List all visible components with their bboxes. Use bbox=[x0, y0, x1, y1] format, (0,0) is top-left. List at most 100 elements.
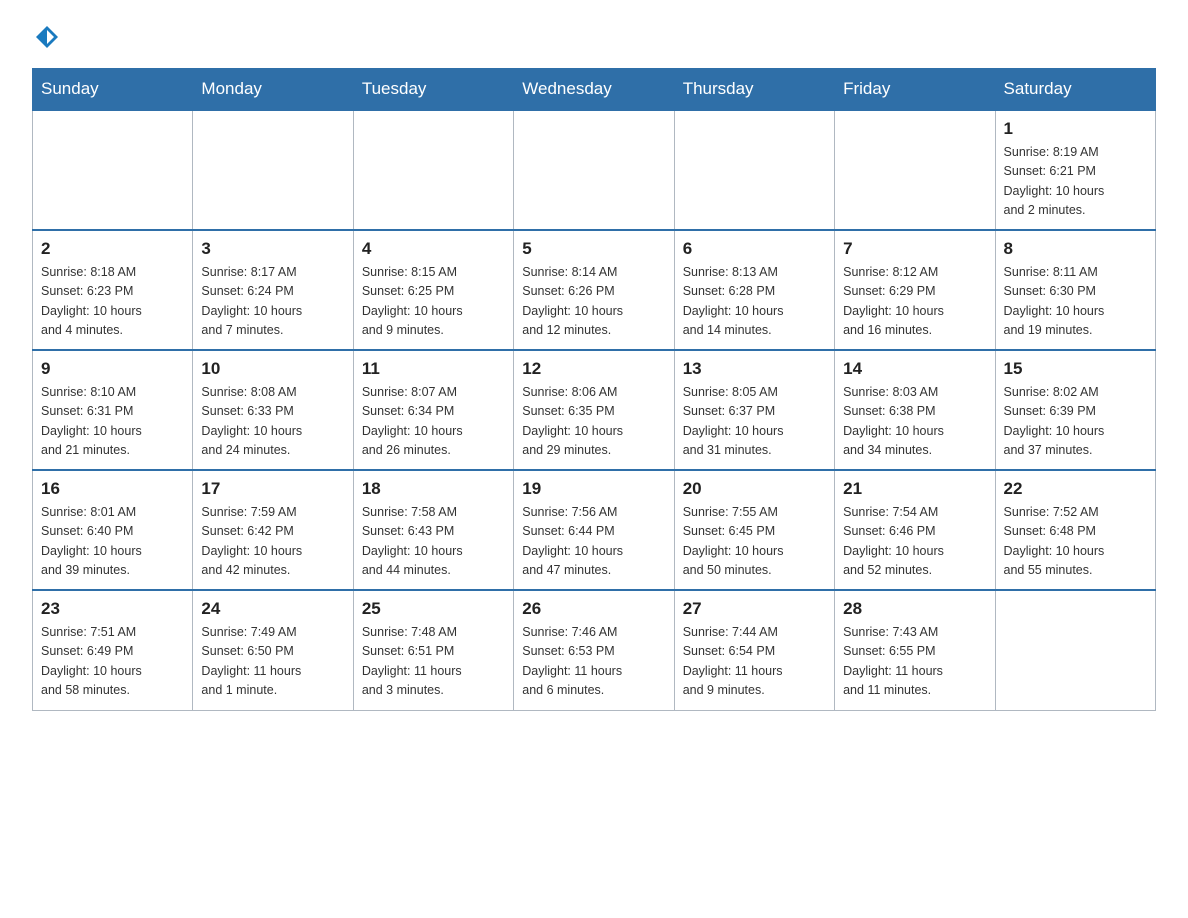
day-info: Sunrise: 8:01 AM Sunset: 6:40 PM Dayligh… bbox=[41, 503, 184, 581]
day-number: 11 bbox=[362, 359, 505, 379]
day-number: 19 bbox=[522, 479, 665, 499]
day-info: Sunrise: 7:52 AM Sunset: 6:48 PM Dayligh… bbox=[1004, 503, 1147, 581]
calendar-cell: 26 Sunrise: 7:46 AM Sunset: 6:53 PM Dayli… bbox=[514, 590, 674, 710]
calendar-cell bbox=[674, 110, 834, 230]
calendar-cell: 12Sunrise: 8:06 AM Sunset: 6:35 PM Dayli… bbox=[514, 350, 674, 470]
day-number: 3 bbox=[201, 239, 344, 259]
day-info: Sunrise: 7:48 AM Sunset: 6:51 PM Dayligh… bbox=[362, 623, 505, 701]
calendar-cell: 20Sunrise: 7:55 AM Sunset: 6:45 PM Dayli… bbox=[674, 470, 834, 590]
calendar-week-row: 9 Sunrise: 8:10 AM Sunset: 6:31 PM Daylig… bbox=[33, 350, 1156, 470]
calendar-cell: 6 Sunrise: 8:13 AM Sunset: 6:28 PM Daylig… bbox=[674, 230, 834, 350]
day-info: Sunrise: 8:05 AM Sunset: 6:37 PM Dayligh… bbox=[683, 383, 826, 461]
calendar-cell: 9 Sunrise: 8:10 AM Sunset: 6:31 PM Daylig… bbox=[33, 350, 193, 470]
day-info: Sunrise: 7:43 AM Sunset: 6:55 PM Dayligh… bbox=[843, 623, 986, 701]
day-info: Sunrise: 8:19 AM Sunset: 6:21 PM Dayligh… bbox=[1004, 143, 1147, 221]
calendar-cell: 17 Sunrise: 7:59 AM Sunset: 6:42 PM Dayli… bbox=[193, 470, 353, 590]
page-header bbox=[32, 24, 1156, 50]
calendar-cell: 25 Sunrise: 7:48 AM Sunset: 6:51 PM Dayli… bbox=[353, 590, 513, 710]
day-number: 5 bbox=[522, 239, 665, 259]
day-info: Sunrise: 7:59 AM Sunset: 6:42 PM Dayligh… bbox=[201, 503, 344, 581]
day-number: 18 bbox=[362, 479, 505, 499]
calendar-cell: 28 Sunrise: 7:43 AM Sunset: 6:55 PM Dayli… bbox=[835, 590, 995, 710]
calendar-cell bbox=[995, 590, 1155, 710]
calendar-cell: 3 Sunrise: 8:17 AM Sunset: 6:24 PM Daylig… bbox=[193, 230, 353, 350]
day-info: Sunrise: 7:49 AM Sunset: 6:50 PM Dayligh… bbox=[201, 623, 344, 701]
day-number: 17 bbox=[201, 479, 344, 499]
day-number: 10 bbox=[201, 359, 344, 379]
calendar-week-row: 16 Sunrise: 8:01 AM Sunset: 6:40 PM Dayli… bbox=[33, 470, 1156, 590]
day-number: 28 bbox=[843, 599, 986, 619]
calendar-cell: 24 Sunrise: 7:49 AM Sunset: 6:50 PM Dayli… bbox=[193, 590, 353, 710]
calendar-table: SundayMondayTuesdayWednesdayThursdayFrid… bbox=[32, 68, 1156, 711]
day-info: Sunrise: 7:51 AM Sunset: 6:49 PM Dayligh… bbox=[41, 623, 184, 701]
day-info: Sunrise: 8:03 AM Sunset: 6:38 PM Dayligh… bbox=[843, 383, 986, 461]
weekday-header-tuesday: Tuesday bbox=[353, 69, 513, 111]
calendar-cell: 18 Sunrise: 7:58 AM Sunset: 6:43 PM Dayli… bbox=[353, 470, 513, 590]
day-info: Sunrise: 8:13 AM Sunset: 6:28 PM Dayligh… bbox=[683, 263, 826, 341]
weekday-header-monday: Monday bbox=[193, 69, 353, 111]
calendar-cell: 10 Sunrise: 8:08 AM Sunset: 6:33 PM Dayli… bbox=[193, 350, 353, 470]
day-number: 26 bbox=[522, 599, 665, 619]
calendar-cell bbox=[514, 110, 674, 230]
calendar-cell: 22 Sunrise: 7:52 AM Sunset: 6:48 PM Dayli… bbox=[995, 470, 1155, 590]
day-info: Sunrise: 8:06 AM Sunset: 6:35 PM Dayligh… bbox=[522, 383, 665, 461]
day-info: Sunrise: 8:02 AM Sunset: 6:39 PM Dayligh… bbox=[1004, 383, 1147, 461]
calendar-week-row: 2 Sunrise: 8:18 AM Sunset: 6:23 PM Daylig… bbox=[33, 230, 1156, 350]
day-number: 16 bbox=[41, 479, 184, 499]
day-number: 9 bbox=[41, 359, 184, 379]
day-number: 7 bbox=[843, 239, 986, 259]
day-info: Sunrise: 8:07 AM Sunset: 6:34 PM Dayligh… bbox=[362, 383, 505, 461]
calendar-header: SundayMondayTuesdayWednesdayThursdayFrid… bbox=[33, 69, 1156, 111]
calendar-week-row: 1 Sunrise: 8:19 AM Sunset: 6:21 PM Daylig… bbox=[33, 110, 1156, 230]
day-info: Sunrise: 8:18 AM Sunset: 6:23 PM Dayligh… bbox=[41, 263, 184, 341]
day-number: 13 bbox=[683, 359, 826, 379]
calendar-cell: 8 Sunrise: 8:11 AM Sunset: 6:30 PM Daylig… bbox=[995, 230, 1155, 350]
day-info: Sunrise: 7:44 AM Sunset: 6:54 PM Dayligh… bbox=[683, 623, 826, 701]
weekday-header-wednesday: Wednesday bbox=[514, 69, 674, 111]
logo-flag-icon bbox=[34, 24, 60, 50]
calendar-body: 1 Sunrise: 8:19 AM Sunset: 6:21 PM Daylig… bbox=[33, 110, 1156, 710]
calendar-cell: 11 Sunrise: 8:07 AM Sunset: 6:34 PM Dayli… bbox=[353, 350, 513, 470]
day-number: 25 bbox=[362, 599, 505, 619]
calendar-cell: 5 Sunrise: 8:14 AM Sunset: 6:26 PM Daylig… bbox=[514, 230, 674, 350]
weekday-header-row: SundayMondayTuesdayWednesdayThursdayFrid… bbox=[33, 69, 1156, 111]
calendar-cell: 16 Sunrise: 8:01 AM Sunset: 6:40 PM Dayli… bbox=[33, 470, 193, 590]
calendar-cell: 21 Sunrise: 7:54 AM Sunset: 6:46 PM Dayli… bbox=[835, 470, 995, 590]
day-info: Sunrise: 8:08 AM Sunset: 6:33 PM Dayligh… bbox=[201, 383, 344, 461]
day-number: 27 bbox=[683, 599, 826, 619]
day-info: Sunrise: 7:46 AM Sunset: 6:53 PM Dayligh… bbox=[522, 623, 665, 701]
calendar-cell bbox=[353, 110, 513, 230]
weekday-header-sunday: Sunday bbox=[33, 69, 193, 111]
day-info: Sunrise: 7:56 AM Sunset: 6:44 PM Dayligh… bbox=[522, 503, 665, 581]
day-info: Sunrise: 8:14 AM Sunset: 6:26 PM Dayligh… bbox=[522, 263, 665, 341]
day-number: 8 bbox=[1004, 239, 1147, 259]
weekday-header-friday: Friday bbox=[835, 69, 995, 111]
calendar-cell: 2 Sunrise: 8:18 AM Sunset: 6:23 PM Daylig… bbox=[33, 230, 193, 350]
calendar-cell bbox=[193, 110, 353, 230]
day-number: 24 bbox=[201, 599, 344, 619]
logo-area bbox=[32, 24, 62, 50]
day-info: Sunrise: 7:54 AM Sunset: 6:46 PM Dayligh… bbox=[843, 503, 986, 581]
day-number: 6 bbox=[683, 239, 826, 259]
day-number: 20 bbox=[683, 479, 826, 499]
day-number: 22 bbox=[1004, 479, 1147, 499]
calendar-cell: 4 Sunrise: 8:15 AM Sunset: 6:25 PM Daylig… bbox=[353, 230, 513, 350]
day-number: 21 bbox=[843, 479, 986, 499]
calendar-cell: 19 Sunrise: 7:56 AM Sunset: 6:44 PM Dayli… bbox=[514, 470, 674, 590]
day-number: 14 bbox=[843, 359, 986, 379]
calendar-cell: 14 Sunrise: 8:03 AM Sunset: 6:38 PM Dayli… bbox=[835, 350, 995, 470]
day-info: Sunrise: 7:58 AM Sunset: 6:43 PM Dayligh… bbox=[362, 503, 505, 581]
day-info: Sunrise: 8:17 AM Sunset: 6:24 PM Dayligh… bbox=[201, 263, 344, 341]
day-number: 23 bbox=[41, 599, 184, 619]
day-info: Sunrise: 8:10 AM Sunset: 6:31 PM Dayligh… bbox=[41, 383, 184, 461]
calendar-cell: 27 Sunrise: 7:44 AM Sunset: 6:54 PM Dayli… bbox=[674, 590, 834, 710]
day-info: Sunrise: 8:15 AM Sunset: 6:25 PM Dayligh… bbox=[362, 263, 505, 341]
day-info: Sunrise: 8:11 AM Sunset: 6:30 PM Dayligh… bbox=[1004, 263, 1147, 341]
calendar-cell: 7 Sunrise: 8:12 AM Sunset: 6:29 PM Daylig… bbox=[835, 230, 995, 350]
day-number: 4 bbox=[362, 239, 505, 259]
day-number: 1 bbox=[1004, 119, 1147, 139]
day-info: Sunrise: 8:12 AM Sunset: 6:29 PM Dayligh… bbox=[843, 263, 986, 341]
calendar-cell: 1 Sunrise: 8:19 AM Sunset: 6:21 PM Daylig… bbox=[995, 110, 1155, 230]
day-number: 2 bbox=[41, 239, 184, 259]
weekday-header-saturday: Saturday bbox=[995, 69, 1155, 111]
